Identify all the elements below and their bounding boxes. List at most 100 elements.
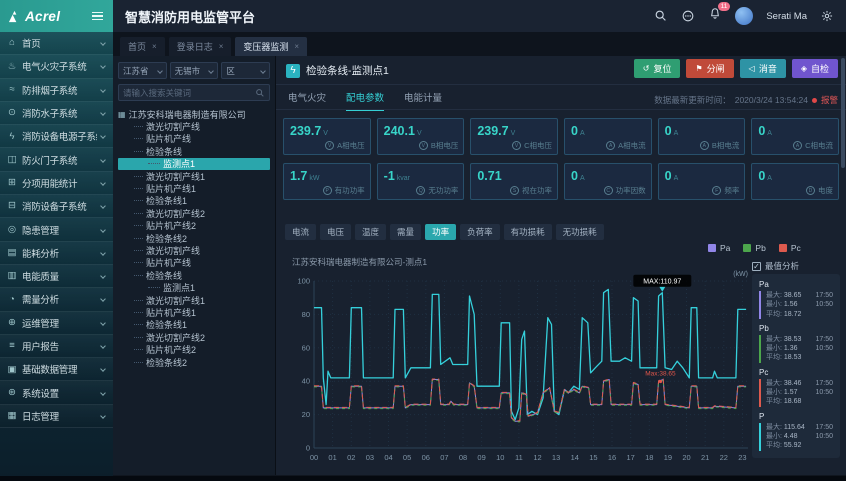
legend-item-Pa[interactable]: Pa [708, 243, 730, 253]
search-icon[interactable] [654, 9, 668, 23]
search-input[interactable] [123, 88, 255, 98]
chart-tab-电压[interactable]: 电压 [320, 224, 351, 240]
avatar[interactable] [735, 7, 753, 25]
fire-power-icon: ϟ [6, 132, 18, 142]
sidebar-item-6[interactable]: ⊞分项用能统计 [0, 172, 113, 195]
tree-node-4[interactable]: 监测点1 [118, 158, 270, 170]
chart-tab-无功损耗[interactable]: 无功损耗 [556, 224, 604, 240]
sidebar-item-11[interactable]: ◔需量分析 [0, 288, 113, 311]
user-name[interactable]: Serati Ma [766, 11, 807, 22]
tree-node-13[interactable]: 检验条线 [118, 269, 270, 281]
sidebar-item-16[interactable]: ▦日志管理 [0, 405, 113, 428]
chart-tab-负荷率[interactable]: 负荷率 [460, 224, 500, 240]
sidebar-item-8[interactable]: ◎隐患管理 [0, 218, 113, 241]
tree-node-12[interactable]: 贴片机产线 [118, 257, 270, 269]
log-icon: ▦ [6, 411, 18, 421]
update-label: 数据最新更新时间： [654, 94, 731, 106]
tree-node-17[interactable]: 检验条线1 [118, 319, 270, 331]
sidebar-item-1[interactable]: ♨电气火灾子系统 [0, 55, 113, 78]
svg-text:05: 05 [403, 453, 411, 462]
notifications-bell[interactable]: 11 [708, 7, 722, 26]
sidebar-item-10[interactable]: ▥电能质量 [0, 265, 113, 288]
消音-button[interactable]: ◁消音 [740, 59, 786, 78]
sidebar-item-label: 用户报告 [22, 339, 97, 353]
chart-tab-电流[interactable]: 电流 [285, 224, 316, 240]
max-analysis-toggle[interactable]: ✓ 最值分析 [752, 260, 799, 272]
tree-node-8[interactable]: 激光切割产线2 [118, 207, 270, 219]
svg-text:12: 12 [533, 453, 541, 462]
nav-tab-0[interactable]: 首页× [120, 37, 165, 56]
close-icon[interactable]: × [219, 42, 224, 51]
device-tree-panel: 江苏省 无锡市 区 ▦江苏安科瑞电器制造有限公司激光切割产线贴片机产线检验条线监… [113, 56, 276, 475]
tree-node-18[interactable]: 激光切割产线2 [118, 331, 270, 343]
detail-tab-0[interactable]: 电气火灾 [288, 90, 326, 111]
tree-connector [134, 275, 143, 276]
legend-item-Pc[interactable]: Pc [779, 243, 801, 253]
chart-tab-功率[interactable]: 功率 [425, 224, 456, 240]
sidebar-item-label: 电能质量 [22, 269, 97, 283]
gear-icon[interactable] [820, 9, 834, 23]
help-icon[interactable] [681, 9, 695, 23]
hamburger-menu-icon[interactable] [90, 10, 105, 23]
checkbox-checked-icon[interactable]: ✓ [752, 262, 761, 271]
sidebar-item-label: 分项用能统计 [22, 176, 97, 190]
svg-text:100: 100 [297, 277, 310, 286]
tree-node-7[interactable]: 检验条线1 [118, 195, 270, 207]
sidebar-item-9[interactable]: ▤能耗分析 [0, 242, 113, 265]
detail-tab-1[interactable]: 配电参数 [346, 90, 384, 111]
tree-node-20[interactable]: 检验条线2 [118, 356, 270, 368]
sidebar-item-label: 能耗分析 [22, 246, 97, 260]
tree-node-5[interactable]: 激光切割产线1 [118, 170, 270, 182]
sidebar-item-4[interactable]: ϟ消防设备电源子系统 [0, 125, 113, 148]
tree-node-1[interactable]: 激光切割产线 [118, 120, 270, 132]
sidebar-item-2[interactable]: ≈防排烟子系统 [0, 79, 113, 102]
metric-card-3: 0AAA相电流 [564, 118, 652, 155]
close-icon[interactable]: × [294, 42, 299, 51]
alarm-label[interactable]: 报警 [821, 94, 838, 106]
自检-button[interactable]: ◈自检 [792, 59, 838, 78]
tree-node-14[interactable]: 监测点1 [118, 281, 270, 293]
city-select[interactable]: 无锡市 [170, 62, 219, 79]
sidebar-item-13[interactable]: ≡用户报告 [0, 335, 113, 358]
legend-swatch [708, 244, 716, 252]
stat-group-name: Pb [759, 324, 833, 333]
chart-tab-温度[interactable]: 温度 [355, 224, 386, 240]
search-icon[interactable] [255, 88, 265, 98]
tree-connector [134, 312, 143, 313]
tree-node-3[interactable]: 检验条线 [118, 145, 270, 157]
metric-value: -1 [384, 169, 395, 183]
sidebar-item-12[interactable]: ⊕运维管理 [0, 312, 113, 335]
sidebar-item-label: 系统设置 [22, 386, 97, 400]
legend-item-Pb[interactable]: Pb [743, 243, 765, 253]
tree-connector [134, 176, 143, 177]
tree-node-19[interactable]: 贴片机产线2 [118, 343, 270, 355]
page-title: 智慧消防用电监管平台 [125, 7, 255, 26]
close-icon[interactable]: × [152, 42, 157, 51]
power-chart-container: 0001020304050607080910111213141516171819… [288, 268, 750, 469]
sidebar-item-7[interactable]: ⊟消防设备子系统 [0, 195, 113, 218]
detail-tab-2[interactable]: 电能计量 [404, 90, 442, 111]
nav-tab-1[interactable]: 登录日志× [169, 37, 232, 56]
tree-company-node[interactable]: ▦江苏安科瑞电器制造有限公司 [118, 108, 270, 120]
tree-node-10[interactable]: 检验条线2 [118, 232, 270, 244]
tree-node-11[interactable]: 激光切割产线 [118, 244, 270, 256]
sidebar-item-0[interactable]: ⌂首页 [0, 32, 113, 55]
分闸-button[interactable]: ⚑分闸 [686, 59, 733, 78]
sidebar-item-14[interactable]: ▣基础数据管理 [0, 358, 113, 381]
tree-node-2[interactable]: 贴片机产线 [118, 133, 270, 145]
province-select[interactable]: 江苏省 [118, 62, 167, 79]
tree-node-9[interactable]: 贴片机产线2 [118, 220, 270, 232]
chart-tab-有功损耗[interactable]: 有功损耗 [504, 224, 552, 240]
tree-node-15[interactable]: 激光切割产线1 [118, 294, 270, 306]
power-chart[interactable]: 0001020304050607080910111213141516171819… [288, 268, 750, 464]
district-select[interactable]: 区 [221, 62, 270, 79]
tree-node-16[interactable]: 贴片机产线1 [118, 306, 270, 318]
sidebar-item-15[interactable]: ⊛系统设置 [0, 381, 113, 404]
nav-tab-2[interactable]: 变压器监测× [235, 37, 307, 56]
复位-button[interactable]: ↺复位 [634, 59, 681, 78]
sidebar-item-3[interactable]: ⊙消防水子系统 [0, 102, 113, 125]
sidebar-item-5[interactable]: ◫防火门子系统 [0, 148, 113, 171]
tree-node-6[interactable]: 贴片机产线1 [118, 182, 270, 194]
scrollbar[interactable] [841, 58, 845, 168]
chart-tab-需量[interactable]: 需量 [390, 224, 421, 240]
